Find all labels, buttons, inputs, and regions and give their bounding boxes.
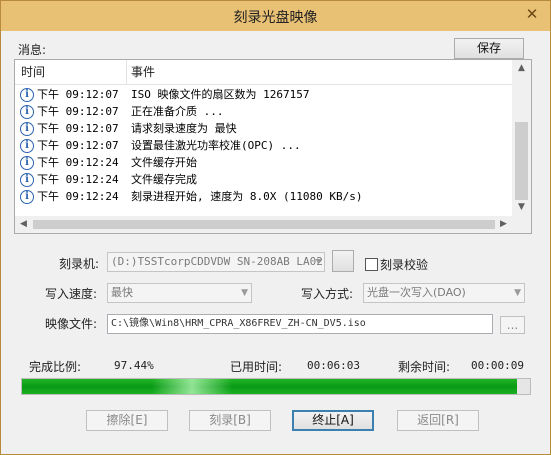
column-header-time[interactable]: 时间 (21, 60, 45, 84)
info-icon: i (20, 139, 34, 153)
header-divider (15, 84, 512, 85)
info-icon: i (20, 88, 34, 102)
log-event: 刻录进程开始, 速度为 8.0X (11080 KB/s) (131, 190, 363, 203)
browse-button[interactable]: ... (500, 316, 525, 334)
remaining-label: 剩余时间: (398, 360, 451, 374)
write-speed-select[interactable]: 最快 ▼ (107, 283, 252, 303)
erase-button[interactable]: 擦除[E] (86, 410, 168, 431)
info-icon: i (20, 190, 34, 204)
log-time: 下午 09:12:24 (37, 173, 119, 186)
chevron-down-icon: ▼ (514, 288, 521, 298)
verify-checkbox[interactable] (365, 258, 378, 271)
log-row[interactable]: i 下午 09:12:24 刻录进程开始, 速度为 8.0X (11080 KB/s… (15, 189, 512, 205)
progress-fill (22, 379, 517, 394)
chevron-down-icon: ▼ (241, 288, 248, 298)
burner-select[interactable]: (D:)TSSTcorpCDDVDW SN-208AB LA02 ▼ (107, 252, 325, 272)
info-icon: i (20, 173, 34, 187)
log-time: 下午 09:12:07 (37, 139, 119, 152)
log-row[interactable]: i 下午 09:12:07 正在准备介质 ... (15, 104, 512, 120)
back-button[interactable]: 返回[R] (397, 410, 479, 431)
horizontal-scroll-thumb[interactable] (33, 220, 495, 229)
burn-progress-bar (21, 378, 531, 395)
horizontal-scrollbar[interactable]: ◀ ▶ (15, 216, 512, 233)
burner-label: 刻录机: (59, 257, 100, 271)
chevron-down-icon: ▼ (315, 257, 321, 267)
log-event: 请求刻录速度为 最快 (131, 122, 237, 135)
info-icon: i (20, 156, 34, 170)
message-log[interactable]: 时间 事件 i 下午 09:12:07 ISO 映像文件的扇区数为 1267157 i… (14, 59, 532, 234)
burn-image-dialog: 刻录光盘映像 ✕ 消息: 保存 时间 事件 i 下午 09:12:07 ISO 映像… (0, 0, 551, 455)
log-event: 设置最佳激光功率校准(OPC) ... (131, 139, 301, 152)
verify-label: 刻录校验 (380, 258, 429, 272)
complete-label: 完成比例: (29, 360, 82, 374)
column-header-event[interactable]: 事件 (131, 60, 155, 84)
write-mode-value: 光盘一次写入(DAO) (367, 286, 466, 299)
write-speed-value: 最快 (111, 286, 133, 299)
elapsed-value: 00:06:03 (307, 359, 360, 372)
log-event: 文件缓存开始 (131, 156, 197, 169)
log-row[interactable]: i 下午 09:12:24 文件缓存完成 (15, 172, 512, 188)
window-title: 刻录光盘映像 (233, 10, 318, 26)
log-event: 正在准备介质 ... (131, 105, 224, 118)
messages-label: 消息: (18, 43, 47, 57)
write-speed-label: 写入速度: (45, 287, 98, 301)
log-event: ISO 映像文件的扇区数为 1267157 (131, 88, 310, 101)
write-mode-select[interactable]: 光盘一次写入(DAO) ▼ (363, 283, 525, 303)
stop-button[interactable]: 终止[A] (292, 410, 374, 431)
image-file-field[interactable]: C:\镜像\Win8\HRM_CPRA_X86FREV_ZH-CN_DV5.is… (107, 314, 493, 334)
image-file-label: 映像文件: (45, 317, 98, 331)
log-row[interactable]: i 下午 09:12:07 ISO 映像文件的扇区数为 1267157 (15, 87, 512, 103)
log-time: 下午 09:12:24 (37, 190, 119, 203)
burn-button[interactable]: 刻录[B] (189, 410, 271, 431)
log-time: 下午 09:12:07 (37, 88, 119, 101)
log-time: 下午 09:12:07 (37, 105, 119, 118)
burner-value: (D:)TSSTcorpCDDVDW SN-208AB LA02 (111, 255, 323, 268)
log-time: 下午 09:12:07 (37, 122, 119, 135)
log-time: 下午 09:12:24 (37, 156, 119, 169)
burner-refresh-button[interactable] (332, 250, 354, 272)
info-icon: i (20, 122, 34, 136)
scroll-up-icon[interactable]: ▲ (512, 60, 531, 77)
complete-value: 97.44% (114, 359, 154, 372)
scroll-right-icon[interactable]: ▶ (495, 216, 512, 233)
title-bar: 刻录光盘映像 ✕ (1, 1, 550, 31)
column-divider[interactable] (126, 60, 127, 84)
vertical-scrollbar[interactable]: ▲ ▼ (512, 60, 531, 216)
write-mode-label: 写入方式: (301, 287, 354, 301)
log-row[interactable]: i 下午 09:12:07 请求刻录速度为 最快 (15, 121, 512, 137)
log-row[interactable]: i 下午 09:12:07 设置最佳激光功率校准(OPC) ... (15, 138, 512, 154)
info-icon: i (20, 105, 34, 119)
remaining-value: 00:00:09 (471, 359, 524, 372)
progress-glow (152, 379, 232, 394)
scroll-down-icon[interactable]: ▼ (512, 199, 531, 216)
close-icon[interactable]: ✕ (520, 4, 544, 24)
log-event: 文件缓存完成 (131, 173, 197, 186)
scroll-left-icon[interactable]: ◀ (15, 216, 32, 233)
elapsed-label: 已用时间: (230, 360, 283, 374)
log-row[interactable]: i 下午 09:12:24 文件缓存开始 (15, 155, 512, 171)
save-button[interactable]: 保存 (454, 38, 524, 59)
vertical-scroll-thumb[interactable] (515, 122, 528, 200)
scroll-corner (512, 216, 531, 233)
